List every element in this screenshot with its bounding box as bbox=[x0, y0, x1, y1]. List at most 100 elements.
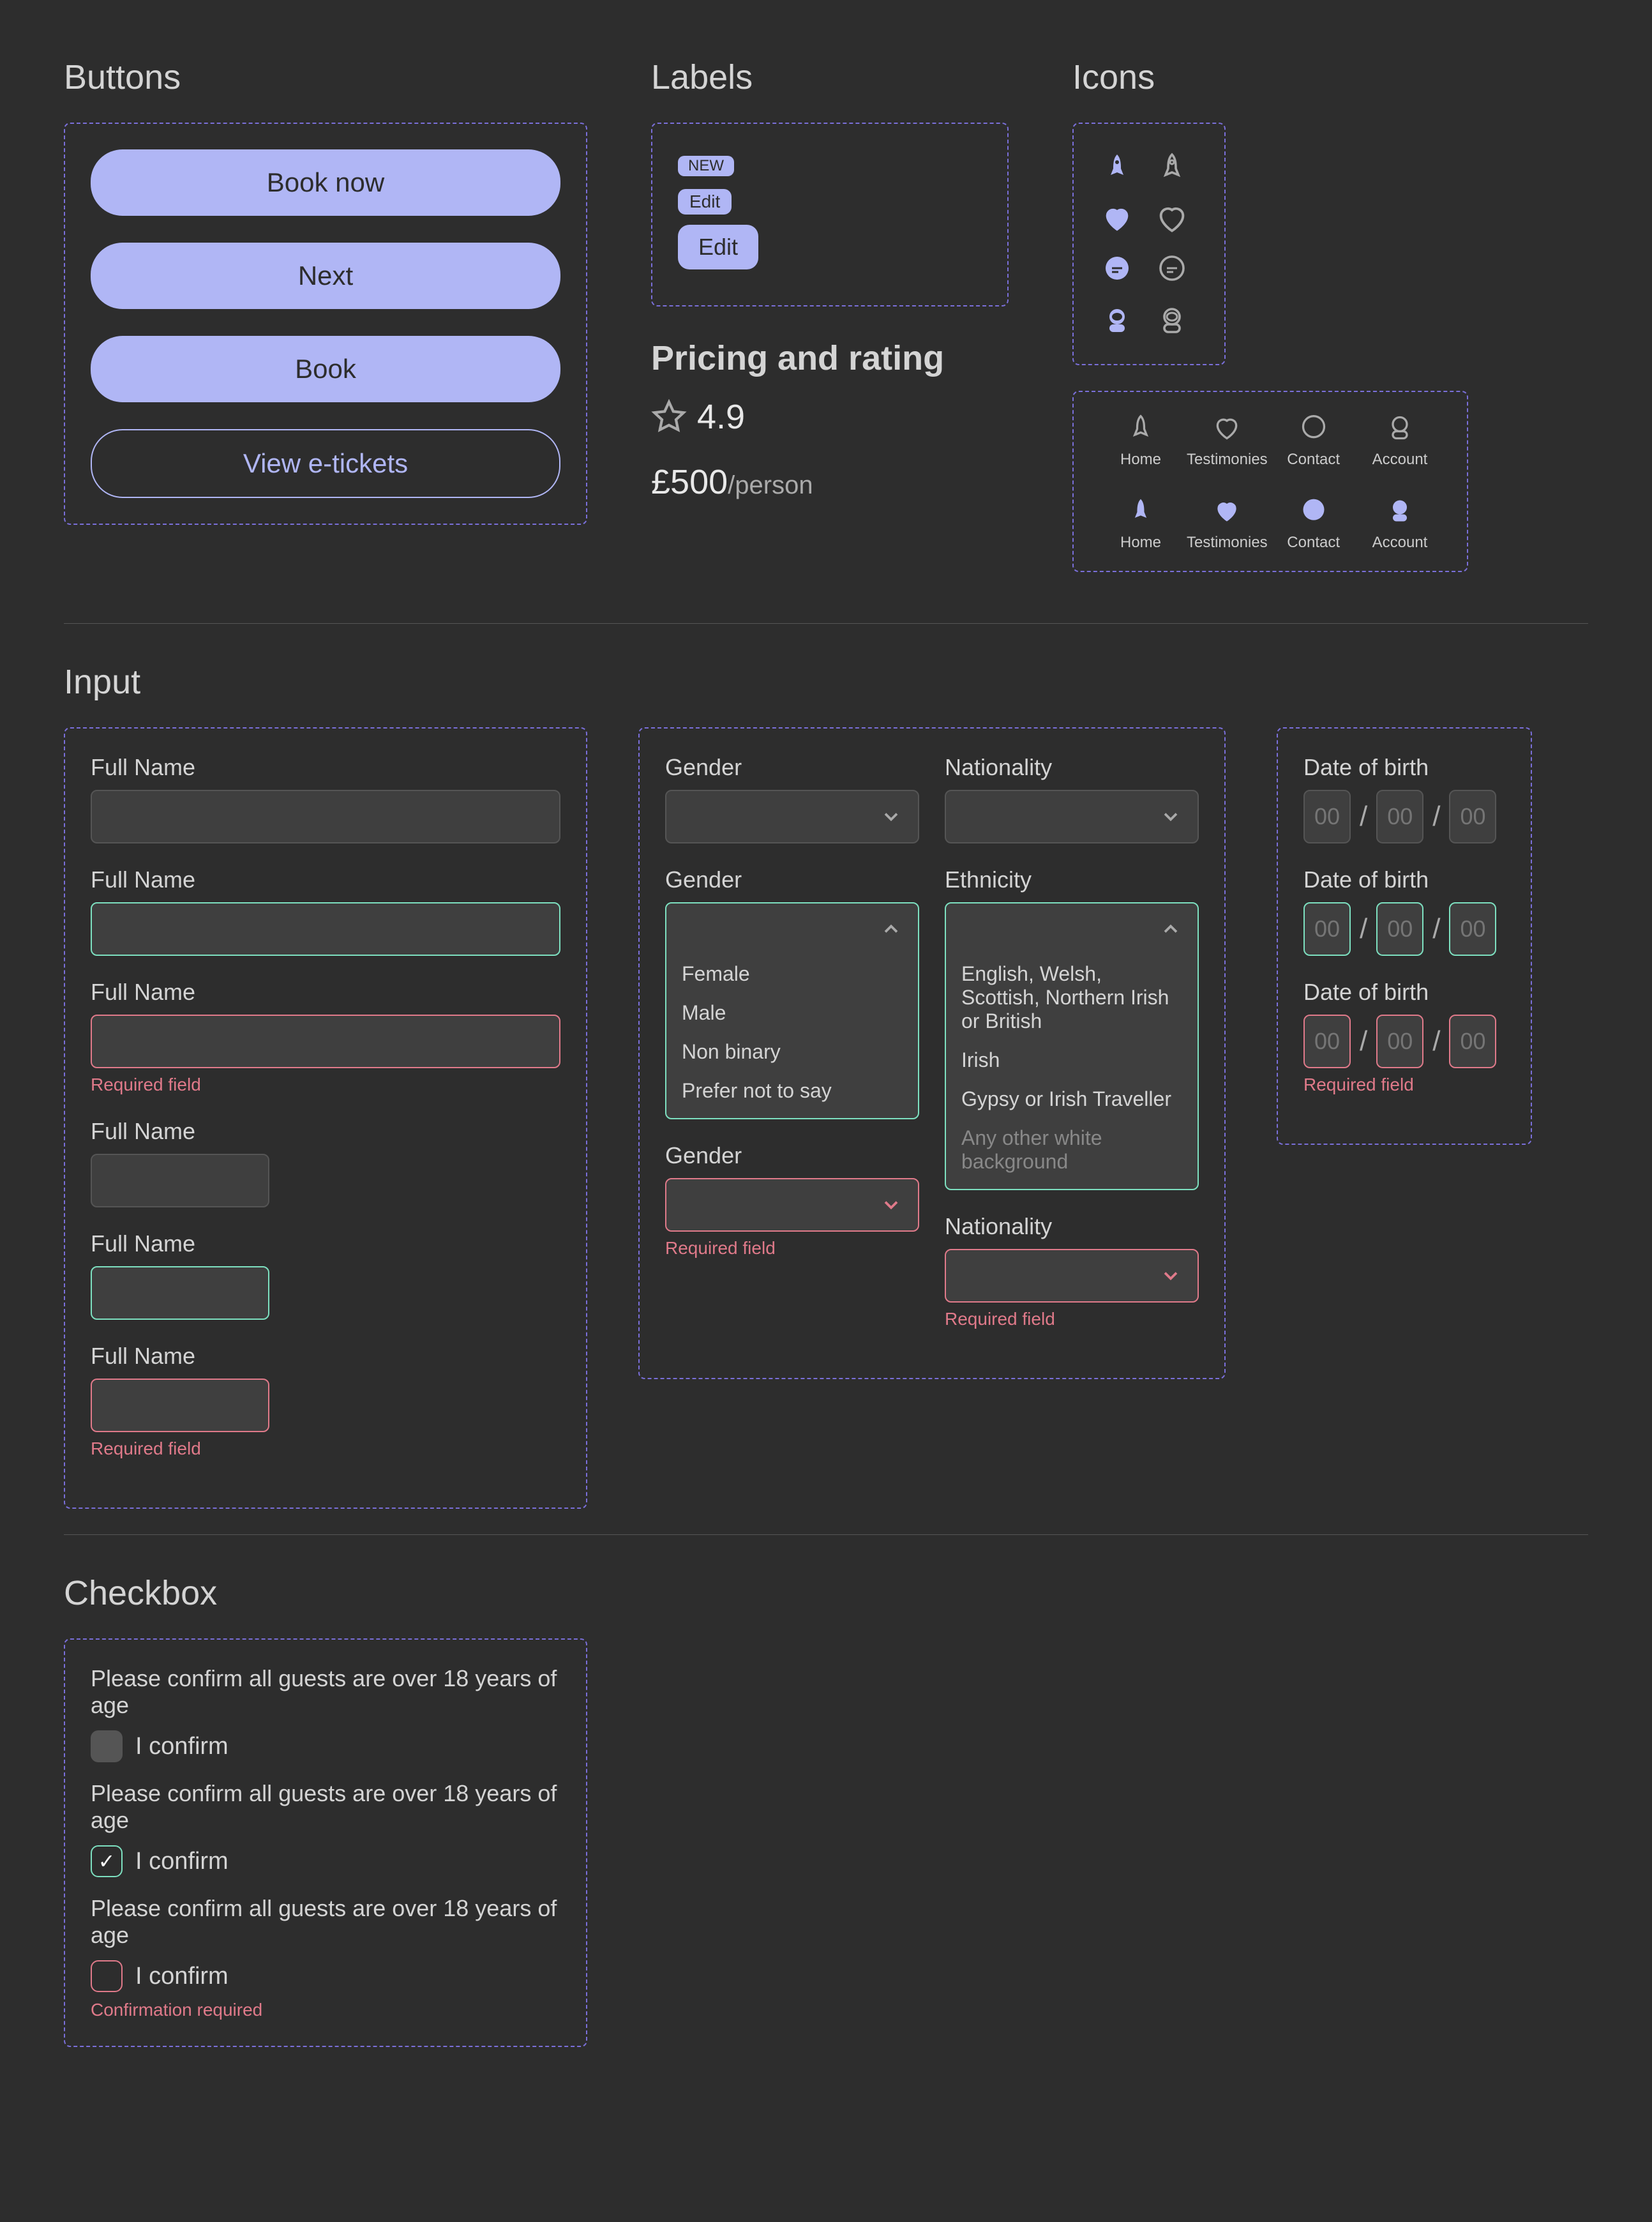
section-labels-title: Labels bbox=[651, 57, 1009, 97]
select-inputs-container: Gender Gender Female Male Non bina bbox=[638, 727, 1226, 1379]
confirm-checkbox-checked[interactable]: ✓ bbox=[91, 1845, 123, 1877]
dob-month-default[interactable] bbox=[1376, 790, 1423, 843]
nav-label: Home bbox=[1120, 451, 1161, 469]
error-message: Required field bbox=[91, 1075, 560, 1095]
dob-day-error[interactable] bbox=[1303, 1015, 1351, 1068]
icons-container bbox=[1072, 123, 1226, 365]
pricing-title: Pricing and rating bbox=[651, 338, 1009, 378]
chevron-down-icon bbox=[880, 805, 903, 828]
ethnicity-select-open[interactable]: English, Welsh, Scottish, Northern Irish… bbox=[945, 902, 1199, 1190]
heart-icon bbox=[1210, 494, 1243, 527]
dob-label: Date of birth bbox=[1303, 754, 1505, 781]
gender-label: Gender bbox=[665, 1142, 919, 1169]
fullname-label: Full Name bbox=[91, 979, 560, 1006]
fullname-input-focus[interactable] bbox=[91, 902, 560, 956]
book-now-button[interactable]: Book now bbox=[91, 149, 560, 216]
dob-day-focus[interactable] bbox=[1303, 902, 1351, 956]
date-separator: / bbox=[1432, 801, 1440, 833]
nav-contact-inactive[interactable]: Contact bbox=[1272, 411, 1355, 469]
nav-home-inactive[interactable]: Home bbox=[1099, 411, 1182, 469]
dob-year-error[interactable] bbox=[1449, 1015, 1496, 1068]
nav-testimonies-active[interactable]: Testimonies bbox=[1185, 494, 1268, 552]
nav-account-inactive[interactable]: Account bbox=[1358, 411, 1441, 469]
gender-option-nonbinary[interactable]: Non binary bbox=[682, 1032, 903, 1071]
dob-label: Date of birth bbox=[1303, 979, 1505, 1006]
nationality-label: Nationality bbox=[945, 1213, 1199, 1240]
checkbox-label: I confirm bbox=[135, 1848, 229, 1875]
next-button[interactable]: Next bbox=[91, 243, 560, 309]
price-amount: £500 bbox=[651, 463, 728, 501]
confirm-checkbox-error[interactable] bbox=[91, 1960, 123, 1992]
view-tickets-button[interactable]: View e-tickets bbox=[91, 429, 560, 498]
ethnicity-option-gypsy[interactable]: Gypsy or Irish Traveller bbox=[961, 1080, 1182, 1119]
nav-label: Home bbox=[1120, 534, 1161, 552]
chat-outline-icon bbox=[1154, 252, 1190, 287]
ethnicity-label: Ethnicity bbox=[945, 866, 1199, 893]
price-display: £500/person bbox=[651, 462, 1009, 502]
fullname-input-default[interactable] bbox=[91, 790, 560, 843]
date-separator: / bbox=[1432, 913, 1440, 945]
book-button[interactable]: Book bbox=[91, 336, 560, 402]
heart-icon bbox=[1210, 411, 1243, 444]
chevron-down-icon bbox=[1159, 805, 1182, 828]
checkbox-label: I confirm bbox=[135, 1963, 229, 1990]
fullname-input-small-error[interactable] bbox=[91, 1379, 269, 1432]
checkbox-container: Please confirm all guests are over 18 ye… bbox=[64, 1638, 587, 2047]
nav-testimonies-inactive[interactable]: Testimonies bbox=[1185, 411, 1268, 469]
astronaut-filled-icon bbox=[1099, 303, 1135, 338]
nav-contact-active[interactable]: Contact bbox=[1272, 494, 1355, 552]
nav-container: Home Testimonies Contact Account bbox=[1072, 391, 1468, 572]
error-message: Required field bbox=[1303, 1075, 1505, 1095]
fullname-label: Full Name bbox=[91, 1230, 560, 1257]
gender-option-prefnot[interactable]: Prefer not to say bbox=[682, 1071, 903, 1110]
error-message: Confirmation required bbox=[91, 2000, 560, 2020]
nav-label: Account bbox=[1372, 451, 1428, 469]
gender-option-female[interactable]: Female bbox=[682, 955, 903, 994]
fullname-input-small-default[interactable] bbox=[91, 1154, 269, 1207]
dob-year-default[interactable] bbox=[1449, 790, 1496, 843]
section-buttons-title: Buttons bbox=[64, 57, 587, 97]
error-message: Required field bbox=[665, 1238, 919, 1258]
nav-home-active[interactable]: Home bbox=[1099, 494, 1182, 552]
fullname-label: Full Name bbox=[91, 866, 560, 893]
heart-outline-icon bbox=[1154, 200, 1190, 236]
checkbox-prompt: Please confirm all guests are over 18 ye… bbox=[91, 1780, 560, 1834]
gender-select-open[interactable]: Female Male Non binary Prefer not to say bbox=[665, 902, 919, 1119]
labels-container: NEW Edit Edit bbox=[651, 123, 1009, 306]
nav-label: Contact bbox=[1287, 451, 1340, 469]
fullname-input-small-focus[interactable] bbox=[91, 1266, 269, 1320]
dob-month-focus[interactable] bbox=[1376, 902, 1423, 956]
price-suffix: /person bbox=[728, 471, 813, 499]
dob-month-error[interactable] bbox=[1376, 1015, 1423, 1068]
astronaut-icon bbox=[1383, 494, 1416, 527]
section-icons-title: Icons bbox=[1072, 57, 1588, 97]
gender-label: Gender bbox=[665, 866, 919, 893]
nationality-select-error[interactable] bbox=[945, 1249, 1199, 1303]
edit-label-small[interactable]: Edit bbox=[678, 189, 732, 215]
buttons-container: Book now Next Book View e-tickets bbox=[64, 123, 587, 525]
nav-account-active[interactable]: Account bbox=[1358, 494, 1441, 552]
fullname-input-error[interactable] bbox=[91, 1015, 560, 1068]
divider bbox=[64, 623, 1588, 624]
gender-option-male[interactable]: Male bbox=[682, 994, 903, 1032]
date-separator: / bbox=[1432, 1025, 1440, 1057]
dob-year-focus[interactable] bbox=[1449, 902, 1496, 956]
astronaut-outline-icon bbox=[1154, 303, 1190, 338]
astronaut-icon bbox=[1383, 411, 1416, 444]
rocket-icon bbox=[1124, 411, 1157, 444]
nationality-select-default[interactable] bbox=[945, 790, 1199, 843]
chat-icon bbox=[1297, 494, 1330, 527]
ethnicity-option-other[interactable]: Any other white background bbox=[961, 1119, 1182, 1181]
confirm-checkbox-unchecked[interactable] bbox=[91, 1730, 123, 1762]
dob-label: Date of birth bbox=[1303, 866, 1505, 893]
dob-day-default[interactable] bbox=[1303, 790, 1351, 843]
edit-label[interactable]: Edit bbox=[678, 225, 758, 269]
nationality-label: Nationality bbox=[945, 754, 1199, 781]
gender-select-default[interactable] bbox=[665, 790, 919, 843]
section-input-title: Input bbox=[64, 662, 1588, 702]
gender-label: Gender bbox=[665, 754, 919, 781]
ethnicity-option-eng[interactable]: English, Welsh, Scottish, Northern Irish… bbox=[961, 955, 1182, 1041]
ethnicity-option-irish[interactable]: Irish bbox=[961, 1041, 1182, 1080]
star-icon bbox=[651, 399, 687, 435]
gender-select-error[interactable] bbox=[665, 1178, 919, 1232]
